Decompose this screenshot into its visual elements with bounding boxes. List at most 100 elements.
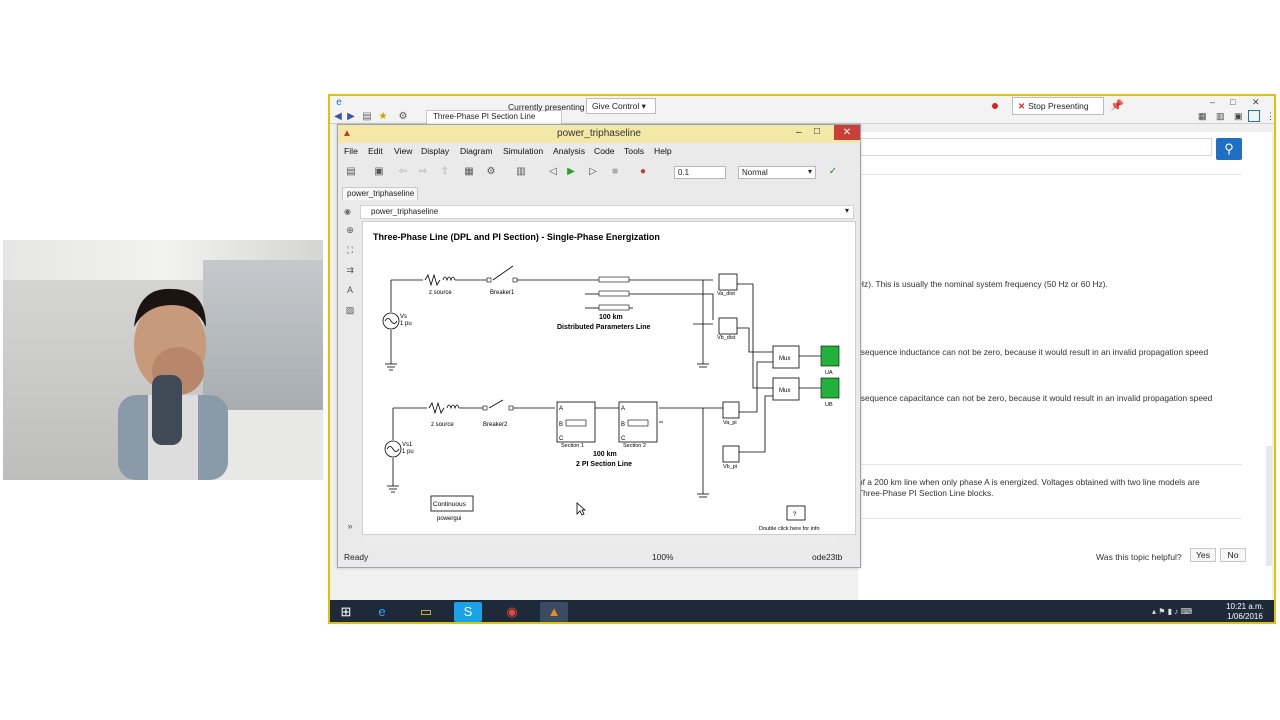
pin-icon[interactable]: 📌 [1110, 99, 1124, 112]
menu-simulation[interactable]: Simulation [503, 146, 543, 156]
run-icon[interactable]: ▶ [564, 165, 578, 179]
ie-icon[interactable]: e [368, 602, 396, 622]
taskbar-clock[interactable]: 10:21 a.m. 1/06/2016 [1220, 602, 1270, 622]
hide-explorer-icon[interactable]: ◉ [344, 207, 351, 216]
powergui-block-label: Continuous [433, 501, 467, 508]
back-icon[interactable]: ◀ [333, 112, 343, 122]
menu-edit[interactable]: Edit [368, 146, 383, 156]
svg-text:B: B [559, 422, 563, 428]
step-forward-icon[interactable]: ▷ [586, 165, 600, 179]
menu-tools[interactable]: Tools [624, 146, 644, 156]
no-button[interactable]: No [1220, 548, 1246, 562]
stop-presenting-button[interactable]: ✕ Stop Presenting [1012, 97, 1104, 115]
help-text-inductance: -sequence inductance can not be zero, be… [858, 347, 1209, 357]
chrome-icon[interactable]: ◉ [498, 602, 526, 622]
menu-view[interactable]: View [394, 146, 412, 156]
vs-label: Vs [400, 314, 407, 320]
menu-file[interactable]: File [344, 146, 358, 156]
yes-button[interactable]: Yes [1190, 548, 1216, 562]
close-icon: ✕ [1018, 101, 1026, 111]
chevron-down-icon[interactable]: ▾ [845, 206, 849, 215]
give-control-dropdown[interactable]: Give Control ▾ [586, 98, 656, 114]
model-config-gear-icon[interactable]: ⚙ [484, 165, 498, 179]
layout-full-icon[interactable] [1248, 110, 1260, 122]
back-arrow-icon[interactable]: ⇦ [396, 165, 410, 179]
close-window-icon[interactable]: ✕ [1252, 97, 1260, 108]
library-browser-icon[interactable]: ▦ [462, 165, 476, 179]
minimize-icon[interactable]: – [1210, 97, 1215, 107]
model-canvas[interactable]: ABC ABC Three-Phase Line (DPL and PI Sec… [362, 221, 856, 535]
vb-pi-block [722, 445, 740, 463]
search-button[interactable]: ⚲ [1216, 138, 1242, 160]
zsource-label-2: z source [431, 422, 454, 428]
va-pi-label: Va_pi [723, 420, 737, 426]
new-model-icon[interactable]: ▤ [344, 165, 358, 179]
clock-time: 10:21 a.m. [1226, 602, 1264, 611]
stop-icon[interactable]: ■ [608, 165, 622, 179]
info-label: Double click here for info [759, 526, 820, 532]
status-bar: Ready 100% ode23tb [338, 549, 860, 565]
menu-bar: File Edit View Display Diagram Simulatio… [338, 144, 860, 158]
chevron-down-icon: ▾ [807, 167, 812, 176]
page-scrollbar[interactable] [1266, 446, 1272, 566]
diagram: ABC ABC Three-Phase Line (DPL and PI Sec… [373, 232, 840, 532]
section1-label: Section 1 [561, 443, 584, 449]
settings-gear-icon[interactable]: ⚙ [398, 112, 408, 122]
horizontal-scrollbar[interactable] [366, 537, 838, 545]
file-explorer-icon[interactable]: ▭ [412, 602, 440, 622]
layout-grid-icon[interactable]: ▦ [1198, 111, 1207, 122]
stop-time-input[interactable]: 0.1 [674, 166, 726, 179]
system-tray[interactable]: ▴ ⚑ ▮ ♪ ⌨ [1152, 607, 1192, 616]
model-explorer-icon[interactable]: ▥ [514, 165, 528, 179]
vb-dist-block [718, 317, 738, 335]
skype-icon[interactable]: S [454, 602, 482, 622]
more-icon[interactable]: ⋮ [1266, 111, 1274, 122]
up-arrow-icon[interactable]: ⇧ [438, 165, 452, 179]
arrow-icon[interactable]: ⇉ [343, 265, 357, 279]
zoom-icon[interactable]: ⊕ [343, 225, 357, 239]
ua-scope-block [820, 345, 840, 367]
expand-palette-icon[interactable]: » [343, 521, 357, 535]
model-tab[interactable]: power_triphaseline [342, 187, 418, 200]
pi-length-label: 100 km [593, 451, 617, 458]
print-icon[interactable]: ▤ [362, 112, 372, 122]
browser-toolbar: e ◀ ▶ ▤ ★ ⚙ Three-Phase PI Section Line … [330, 96, 1274, 124]
forward-icon[interactable]: ▶ [346, 112, 356, 122]
menu-diagram[interactable]: Diagram [460, 146, 492, 156]
forward-arrow-icon[interactable]: ⇨ [416, 165, 430, 179]
layout-window-icon[interactable]: ▣ [1234, 111, 1243, 122]
search-input[interactable] [858, 138, 1212, 156]
fit-view-icon[interactable]: ⛶ [343, 245, 357, 259]
check-icon[interactable]: ✓ [826, 165, 840, 179]
simulation-mode-select[interactable]: Normal ▾ [738, 166, 816, 179]
maximize-icon[interactable]: □ [814, 126, 820, 137]
webcam-video [3, 240, 323, 480]
breadcrumb-label[interactable]: power_triphaseline [371, 207, 438, 216]
recording-dot-icon [992, 103, 998, 109]
layout-split-icon[interactable]: ▥ [1216, 111, 1225, 122]
save-icon[interactable]: ▣ [372, 165, 386, 179]
menu-display[interactable]: Display [421, 146, 449, 156]
give-control-label: Give Control [592, 101, 640, 111]
start-windows-icon[interactable]: ⊞ [332, 602, 360, 622]
minimize-icon[interactable]: – [796, 127, 802, 138]
vs1-label: Vs1 [402, 442, 413, 448]
windows-taskbar: ⊞ e ▭ S ◉ ▲ ▴ ⚑ ▮ ♪ ⌨ 10:21 a.m. 1/06/20… [330, 600, 1274, 622]
image-icon[interactable]: ▨ [343, 305, 357, 319]
favorites-star-icon[interactable]: ★ [378, 112, 388, 122]
step-back-icon[interactable]: ◁ [546, 165, 560, 179]
menu-help[interactable]: Help [654, 146, 672, 156]
annotation-icon[interactable]: A [343, 285, 357, 299]
status-solver[interactable]: ode23tb [812, 552, 842, 562]
menu-code[interactable]: Code [594, 146, 615, 156]
matlab-icon[interactable]: ▲ [540, 602, 568, 622]
maximize-icon[interactable]: □ [1230, 97, 1235, 107]
menu-analysis[interactable]: Analysis [553, 146, 585, 156]
va-pi-block [722, 401, 740, 419]
ie-icon: e [336, 97, 342, 108]
record-icon[interactable]: ● [636, 165, 650, 179]
helpful-label: Was this topic helpful? [1096, 552, 1182, 562]
close-icon[interactable]: ✕ [834, 125, 860, 140]
svg-text:A: A [621, 406, 625, 412]
help-text-example-line2: Three-Phase PI Section Line blocks. [858, 488, 994, 498]
